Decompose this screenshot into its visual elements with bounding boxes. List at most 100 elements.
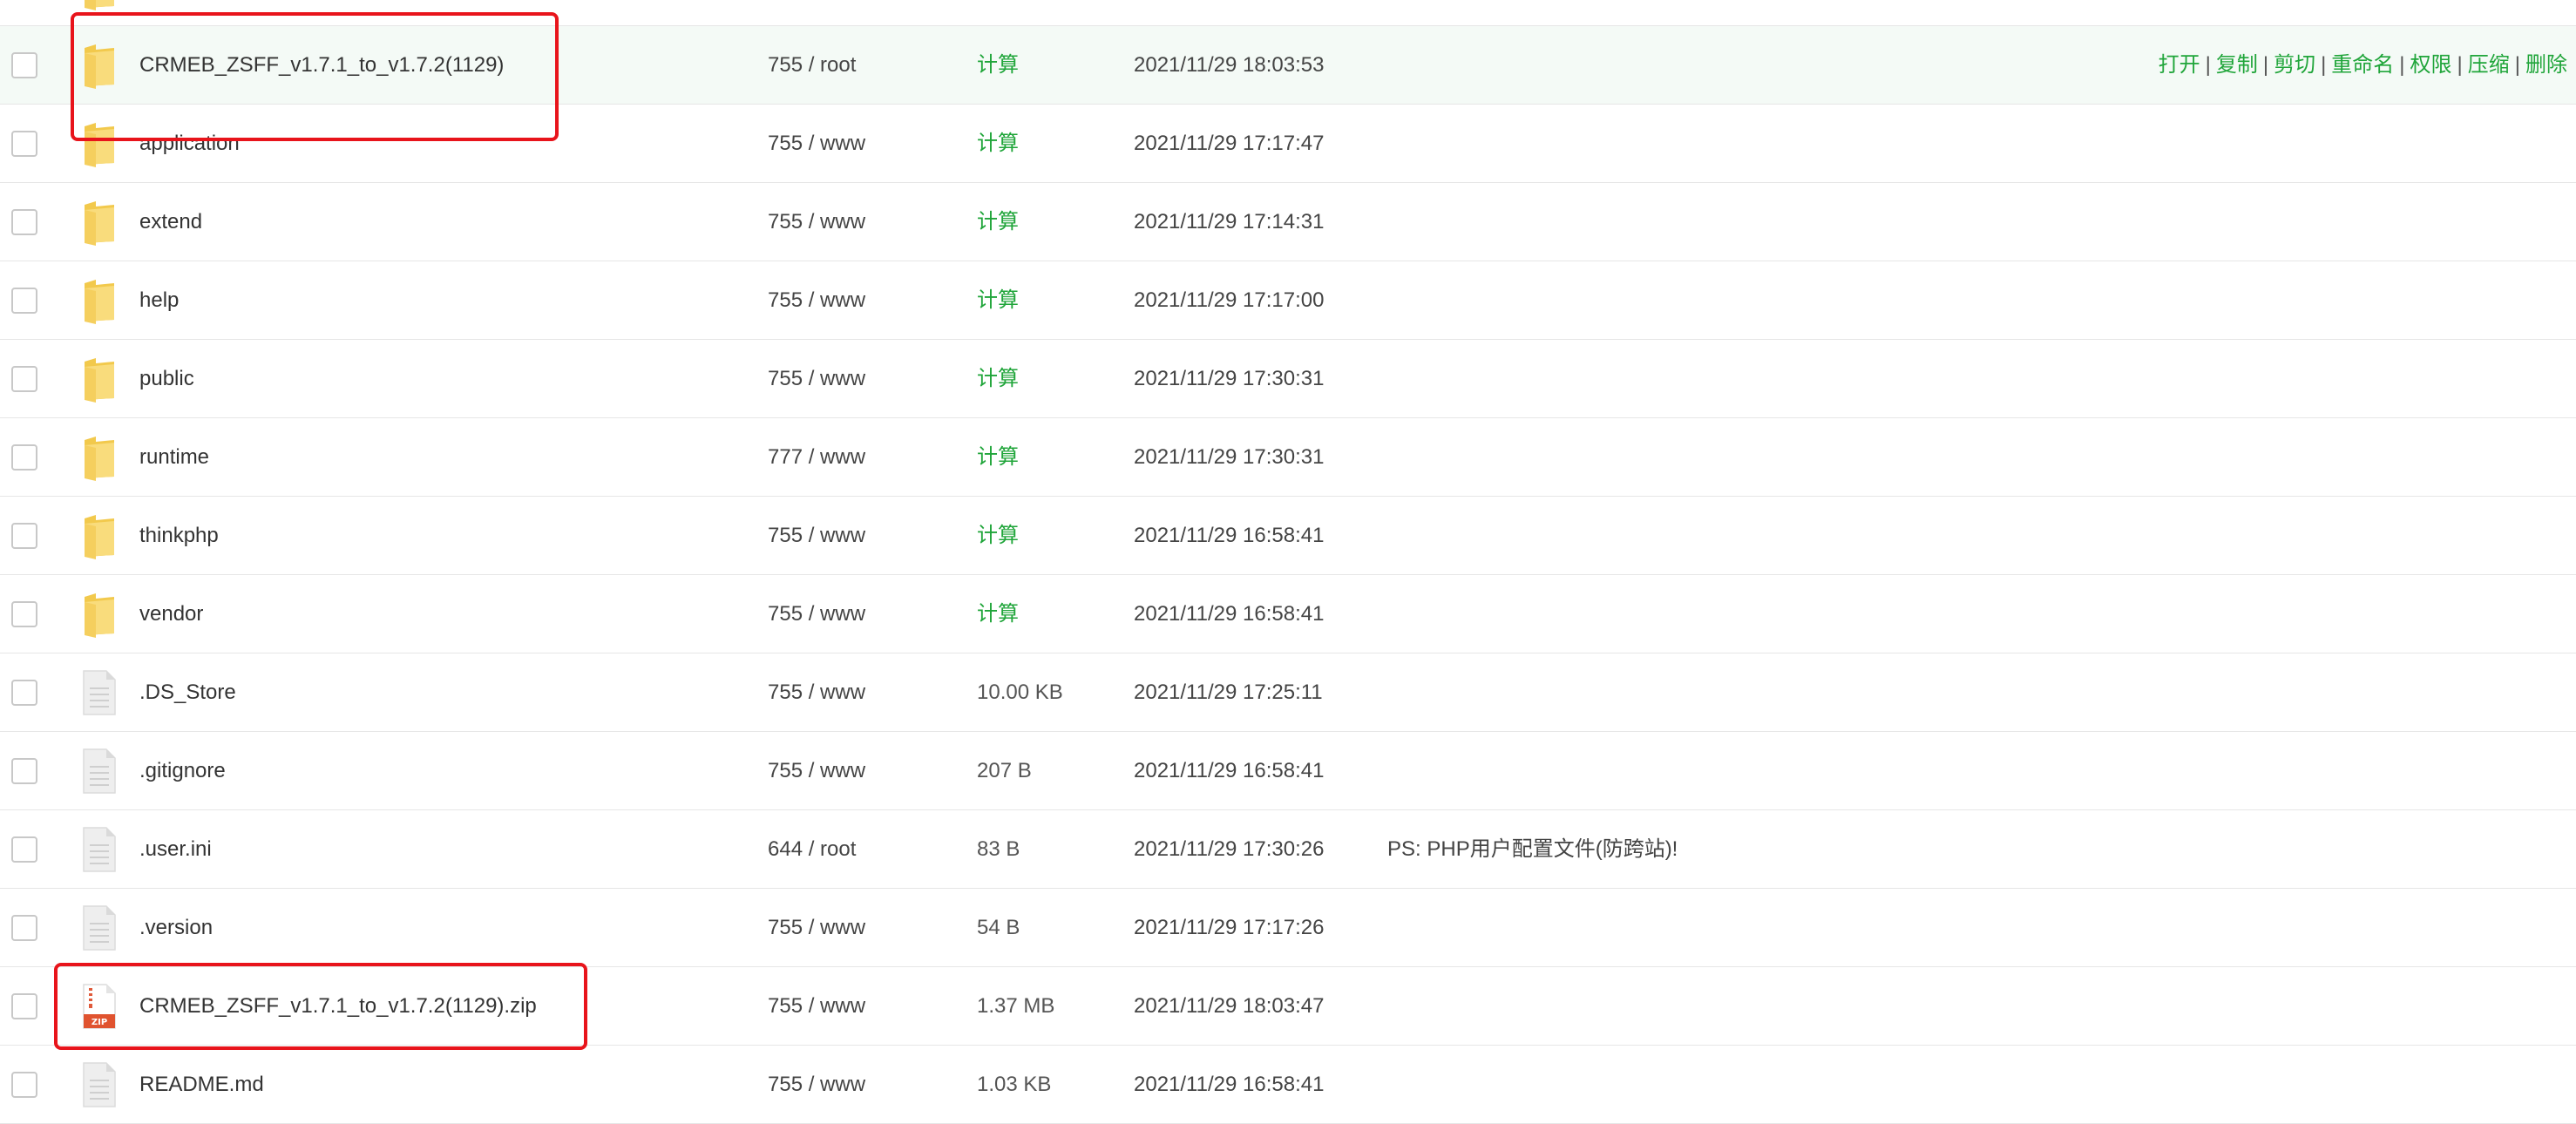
- row-checkbox[interactable]: [11, 1072, 37, 1098]
- row-checkbox[interactable]: [11, 601, 37, 627]
- file-permission[interactable]: 644 / root: [768, 810, 856, 889]
- file-permission[interactable]: 755 / www: [768, 967, 865, 1046]
- file-name[interactable]: runtime: [139, 418, 209, 497]
- modified-time: 2021/11/29 16:58:41: [1134, 1073, 1325, 1096]
- folder-icon[interactable]: [82, 42, 117, 89]
- folder-icon[interactable]: [82, 434, 117, 481]
- cut-action[interactable]: 剪切: [2274, 53, 2315, 77]
- file-name[interactable]: .user.ini: [139, 810, 212, 889]
- calculate-size-link[interactable]: 计算: [977, 575, 1019, 653]
- copy-action[interactable]: 复制: [2216, 53, 2258, 77]
- row-checkbox[interactable]: [11, 366, 37, 392]
- row-checkbox[interactable]: [11, 915, 37, 941]
- row-checkbox[interactable]: [11, 52, 37, 78]
- folder-row[interactable]: CRMEB_ZSFF_v1.7.1_to_v1.7.2(1129) 755 / r…: [0, 26, 2576, 105]
- calculate-size-link[interactable]: 计算: [977, 340, 1019, 418]
- modified-time: 2021/11/29 17:25:11: [1134, 680, 1323, 704]
- folder-row[interactable]: [0, 0, 2576, 26]
- row-checkbox[interactable]: [11, 288, 37, 314]
- file-permission[interactable]: 755 / www: [768, 575, 865, 653]
- compress-action[interactable]: 压缩: [2468, 53, 2510, 77]
- modified-time: 2021/11/29 17:30:26: [1134, 837, 1325, 861]
- row-checkbox[interactable]: [11, 836, 37, 863]
- file-permission[interactable]: 755 / www: [768, 497, 865, 575]
- folder-icon[interactable]: [82, 120, 117, 167]
- modified-time: 2021/11/29 16:58:41: [1134, 524, 1325, 547]
- file-icon[interactable]: [82, 669, 117, 716]
- file-permission[interactable]: 755 / www: [768, 732, 865, 810]
- folder-row[interactable]: application 755 / www 计算 2021/11/29 17:17:4…: [0, 105, 2576, 183]
- folder-row[interactable]: runtime 777 / www 计算 2021/11/29 17:30:31: [0, 418, 2576, 497]
- file-permission[interactable]: 755 / www: [768, 183, 865, 261]
- file-permission[interactable]: 755 / www: [768, 340, 865, 418]
- folder-icon[interactable]: [82, 355, 117, 403]
- file-row[interactable]: .DS_Store 755 / www 10.00 KB 2021/11/29 17:…: [0, 653, 2576, 732]
- permission-action[interactable]: 权限: [2410, 53, 2452, 77]
- modified-time: 2021/11/29 16:58:41: [1134, 602, 1325, 626]
- open-action[interactable]: 打开: [2159, 53, 2200, 77]
- calculate-size-link[interactable]: 计算: [977, 418, 1019, 497]
- calculate-size-link[interactable]: 计算: [977, 105, 1019, 183]
- file-permission[interactable]: 777 / www: [768, 418, 865, 497]
- file-permission[interactable]: 755 / www: [768, 653, 865, 732]
- calculate-size-link[interactable]: 计算: [977, 261, 1019, 340]
- file-name[interactable]: help: [139, 261, 179, 340]
- calculate-size-link[interactable]: 计算: [977, 183, 1019, 261]
- file-icon[interactable]: [82, 748, 117, 795]
- folder-row[interactable]: thinkphp 755 / www 计算 2021/11/29 16:58:41: [0, 497, 2576, 575]
- row-checkbox[interactable]: [11, 131, 37, 157]
- file-name[interactable]: CRMEB_ZSFF_v1.7.1_to_v1.7.2(1129).zip: [139, 967, 537, 1046]
- file-name[interactable]: CRMEB_ZSFF_v1.7.1_to_v1.7.2(1129): [139, 26, 504, 105]
- folder-icon[interactable]: [82, 0, 117, 10]
- file-row[interactable]: .gitignore 755 / www 207 B 2021/11/29 16:58…: [0, 732, 2576, 810]
- svg-text:ZIP: ZIP: [92, 1018, 107, 1027]
- zip-icon[interactable]: ZIP: [82, 983, 117, 1030]
- folder-icon[interactable]: [82, 277, 117, 324]
- calculate-size-link[interactable]: 计算: [977, 26, 1019, 105]
- folder-icon[interactable]: [82, 591, 117, 638]
- row-checkbox[interactable]: [11, 444, 37, 471]
- file-permission[interactable]: 755 / root: [768, 26, 856, 105]
- calculate-size-link[interactable]: 计算: [977, 497, 1019, 575]
- file-name[interactable]: .version: [139, 889, 213, 967]
- file-permission[interactable]: 755 / www: [768, 105, 865, 183]
- folder-icon[interactable]: [82, 512, 117, 559]
- delete-action[interactable]: 删除: [2525, 53, 2567, 77]
- row-checkbox[interactable]: [11, 209, 37, 235]
- file-size: 1.37 MB: [977, 994, 1055, 1018]
- folder-row[interactable]: extend 755 / www 计算 2021/11/29 17:14:31: [0, 183, 2576, 261]
- file-name[interactable]: vendor: [139, 575, 203, 653]
- row-checkbox[interactable]: [11, 680, 37, 706]
- folder-row[interactable]: vendor 755 / www 计算 2021/11/29 16:58:41: [0, 575, 2576, 653]
- file-permission[interactable]: 755 / www: [768, 1046, 865, 1124]
- folder-row[interactable]: help 755 / www 计算 2021/11/29 17:17:00: [0, 261, 2576, 340]
- file-permission[interactable]: 755 / www: [768, 261, 865, 340]
- file-name[interactable]: .DS_Store: [139, 653, 236, 732]
- row-checkbox[interactable]: [11, 758, 37, 784]
- action-separator: |: [2205, 53, 2211, 77]
- file-icon[interactable]: [82, 904, 117, 951]
- file-name[interactable]: thinkphp: [139, 497, 219, 575]
- file-name[interactable]: README.md: [139, 1046, 264, 1124]
- folder-icon[interactable]: [82, 199, 117, 246]
- file-icon[interactable]: [82, 1061, 117, 1108]
- file-name[interactable]: application: [139, 105, 240, 183]
- row-checkbox[interactable]: [11, 993, 37, 1019]
- file-row[interactable]: .user.ini 644 / root 83 B 2021/11/29 17:30:…: [0, 810, 2576, 889]
- file-row[interactable]: README.md 755 / www 1.03 KB 2021/11/29 16:5…: [0, 1046, 2576, 1124]
- file-row[interactable]: ZIP CRMEB_ZSFF_v1.7.1_to_v1.7.2(1129).zip…: [0, 967, 2576, 1046]
- file-name[interactable]: .gitignore: [139, 732, 226, 810]
- modified-time: 2021/11/29 17:30:31: [1134, 367, 1325, 390]
- action-separator: |: [2457, 53, 2463, 77]
- file-name[interactable]: extend: [139, 183, 202, 261]
- row-checkbox[interactable]: [11, 523, 37, 549]
- file-permission[interactable]: 755 / www: [768, 889, 865, 967]
- action-separator: |: [2321, 53, 2327, 77]
- rename-action[interactable]: 重命名: [2331, 53, 2394, 77]
- file-icon[interactable]: [82, 826, 117, 873]
- folder-row[interactable]: public 755 / www 计算 2021/11/29 17:30:31: [0, 340, 2576, 418]
- modified-time: 2021/11/29 16:58:41: [1134, 759, 1325, 782]
- file-name[interactable]: public: [139, 340, 194, 418]
- file-row[interactable]: .version 755 / www 54 B 2021/11/29 17:17:26: [0, 889, 2576, 967]
- modified-time: 2021/11/29 17:17:26: [1134, 916, 1325, 939]
